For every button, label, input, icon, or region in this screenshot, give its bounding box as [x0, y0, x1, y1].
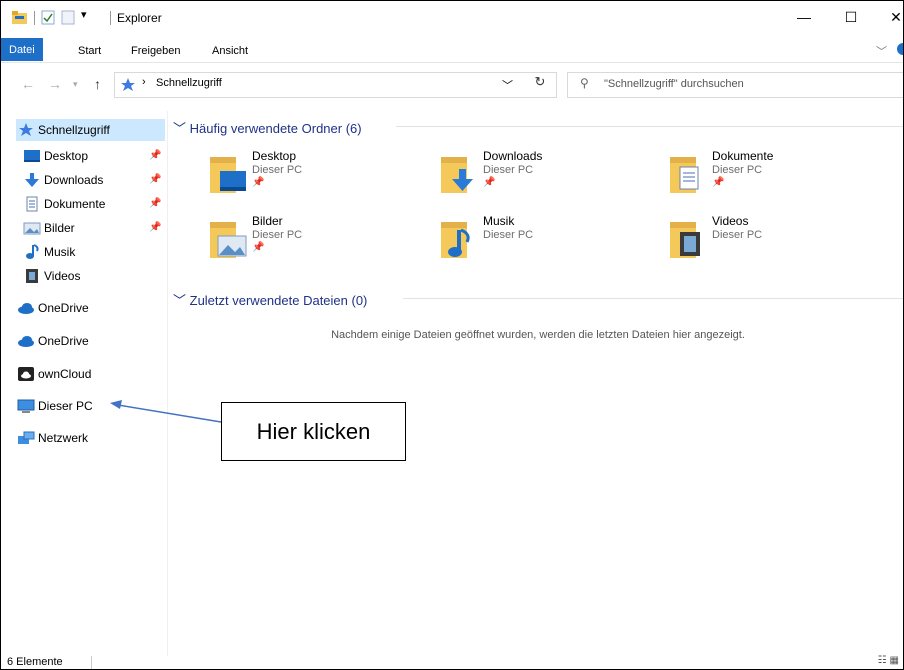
callout-box: Hier klicken [221, 402, 406, 461]
callout-arrow [110, 400, 222, 423]
